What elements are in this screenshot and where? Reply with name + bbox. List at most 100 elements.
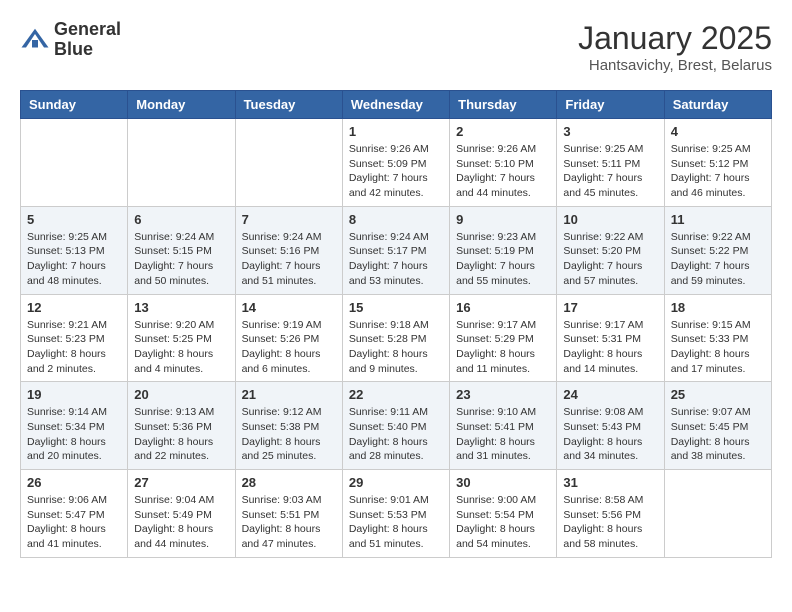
calendar-cell: 12Sunrise: 9:21 AM Sunset: 5:23 PM Dayli… <box>21 294 128 382</box>
day-info: Sunrise: 9:08 AM Sunset: 5:43 PM Dayligh… <box>563 405 657 464</box>
logo: General Blue <box>20 20 121 60</box>
month-title: January 2025 <box>578 20 772 57</box>
day-info: Sunrise: 9:14 AM Sunset: 5:34 PM Dayligh… <box>27 405 121 464</box>
calendar-cell: 13Sunrise: 9:20 AM Sunset: 5:25 PM Dayli… <box>128 294 235 382</box>
calendar-cell: 26 Sunrise: 9:06 AM Sunset: 5:47 PM Dayli… <box>21 470 128 558</box>
days-of-week-row: SundayMondayTuesdayWednesdayThursdayFrid… <box>21 91 772 119</box>
day-info: Sunrise: 9:19 AM Sunset: 5:26 PM Dayligh… <box>242 318 336 377</box>
page: General Blue January 2025 Hantsavichy, B… <box>0 0 792 578</box>
week-row-1: 1 Sunrise: 9:26 AM Sunset: 5:09 PM Daylig… <box>21 119 772 207</box>
day-info: Sunrise: 9:01 AM Sunset: 5:53 PM Dayligh… <box>349 493 443 552</box>
calendar-cell: 30 Sunrise: 9:00 AM Sunset: 5:54 PM Dayli… <box>450 470 557 558</box>
calendar-cell: 19 Sunrise: 9:14 AM Sunset: 5:34 PM Dayli… <box>21 382 128 470</box>
day-number: 13 <box>134 300 228 315</box>
calendar-header: SundayMondayTuesdayWednesdayThursdayFrid… <box>21 91 772 119</box>
calendar-cell: 8 Sunrise: 9:24 AM Sunset: 5:17 PM Daylig… <box>342 206 449 294</box>
calendar-cell: 15Sunrise: 9:18 AM Sunset: 5:28 PM Dayli… <box>342 294 449 382</box>
day-header-friday: Friday <box>557 91 664 119</box>
calendar-cell <box>235 119 342 207</box>
title-block: January 2025 Hantsavichy, Brest, Belarus <box>578 20 772 74</box>
day-header-tuesday: Tuesday <box>235 91 342 119</box>
day-number: 14 <box>242 300 336 315</box>
day-info: Sunrise: 9:18 AM Sunset: 5:28 PM Dayligh… <box>349 318 443 377</box>
location-subtitle: Hantsavichy, Brest, Belarus <box>578 57 772 74</box>
day-info: Sunrise: 9:12 AM Sunset: 5:38 PM Dayligh… <box>242 405 336 464</box>
day-header-saturday: Saturday <box>664 91 771 119</box>
day-number: 30 <box>456 475 550 490</box>
day-number: 4 <box>671 124 765 139</box>
day-info: Sunrise: 9:22 AM Sunset: 5:20 PM Dayligh… <box>563 230 657 289</box>
day-number: 21 <box>242 387 336 402</box>
day-info: Sunrise: 9:15 AM Sunset: 5:33 PM Dayligh… <box>671 318 765 377</box>
day-header-monday: Monday <box>128 91 235 119</box>
calendar-cell: 25Sunrise: 9:07 AM Sunset: 5:45 PM Dayli… <box>664 382 771 470</box>
calendar-cell: 5 Sunrise: 9:25 AM Sunset: 5:13 PM Daylig… <box>21 206 128 294</box>
logo-text: General Blue <box>54 20 121 60</box>
day-number: 8 <box>349 212 443 227</box>
day-number: 22 <box>349 387 443 402</box>
calendar-cell: 21 Sunrise: 9:12 AM Sunset: 5:38 PM Dayli… <box>235 382 342 470</box>
calendar-cell: 11Sunrise: 9:22 AM Sunset: 5:22 PM Dayli… <box>664 206 771 294</box>
day-number: 28 <box>242 475 336 490</box>
calendar-cell: 31Sunrise: 8:58 AM Sunset: 5:56 PM Dayli… <box>557 470 664 558</box>
calendar-cell: 7Sunrise: 9:24 AM Sunset: 5:16 PM Daylig… <box>235 206 342 294</box>
calendar-cell: 24 Sunrise: 9:08 AM Sunset: 5:43 PM Dayli… <box>557 382 664 470</box>
day-number: 31 <box>563 475 657 490</box>
day-number: 1 <box>349 124 443 139</box>
logo-icon <box>20 25 50 55</box>
day-number: 2 <box>456 124 550 139</box>
day-number: 23 <box>456 387 550 402</box>
day-info: Sunrise: 9:03 AM Sunset: 5:51 PM Dayligh… <box>242 493 336 552</box>
day-info: Sunrise: 9:25 AM Sunset: 5:13 PM Dayligh… <box>27 230 121 289</box>
day-number: 19 <box>27 387 121 402</box>
calendar-cell: 27 Sunrise: 9:04 AM Sunset: 5:49 PM Dayli… <box>128 470 235 558</box>
day-info: Sunrise: 9:24 AM Sunset: 5:17 PM Dayligh… <box>349 230 443 289</box>
calendar-cell: 3 Sunrise: 9:25 AM Sunset: 5:11 PM Daylig… <box>557 119 664 207</box>
day-info: Sunrise: 9:25 AM Sunset: 5:11 PM Dayligh… <box>563 142 657 201</box>
calendar-cell: 6 Sunrise: 9:24 AM Sunset: 5:15 PM Daylig… <box>128 206 235 294</box>
day-number: 16 <box>456 300 550 315</box>
day-info: Sunrise: 9:00 AM Sunset: 5:54 PM Dayligh… <box>456 493 550 552</box>
day-number: 9 <box>456 212 550 227</box>
day-info: Sunrise: 9:25 AM Sunset: 5:12 PM Dayligh… <box>671 142 765 201</box>
calendar-cell: 14 Sunrise: 9:19 AM Sunset: 5:26 PM Dayli… <box>235 294 342 382</box>
day-info: Sunrise: 9:04 AM Sunset: 5:49 PM Dayligh… <box>134 493 228 552</box>
week-row-4: 19 Sunrise: 9:14 AM Sunset: 5:34 PM Dayli… <box>21 382 772 470</box>
calendar-cell <box>664 470 771 558</box>
day-number: 27 <box>134 475 228 490</box>
calendar-cell <box>128 119 235 207</box>
calendar-cell: 16 Sunrise: 9:17 AM Sunset: 5:29 PM Dayli… <box>450 294 557 382</box>
day-info: Sunrise: 9:24 AM Sunset: 5:16 PM Dayligh… <box>242 230 336 289</box>
day-number: 18 <box>671 300 765 315</box>
logo-line1: General <box>54 20 121 40</box>
day-header-sunday: Sunday <box>21 91 128 119</box>
calendar-cell: 18 Sunrise: 9:15 AM Sunset: 5:33 PM Dayli… <box>664 294 771 382</box>
day-info: Sunrise: 9:17 AM Sunset: 5:29 PM Dayligh… <box>456 318 550 377</box>
day-header-wednesday: Wednesday <box>342 91 449 119</box>
day-info: Sunrise: 9:24 AM Sunset: 5:15 PM Dayligh… <box>134 230 228 289</box>
calendar-cell: 17Sunrise: 9:17 AM Sunset: 5:31 PM Dayli… <box>557 294 664 382</box>
logo-line2: Blue <box>54 40 121 60</box>
day-number: 29 <box>349 475 443 490</box>
day-info: Sunrise: 9:13 AM Sunset: 5:36 PM Dayligh… <box>134 405 228 464</box>
day-info: Sunrise: 9:23 AM Sunset: 5:19 PM Dayligh… <box>456 230 550 289</box>
day-number: 20 <box>134 387 228 402</box>
calendar-cell: 28 Sunrise: 9:03 AM Sunset: 5:51 PM Dayli… <box>235 470 342 558</box>
calendar-cell: 4 Sunrise: 9:25 AM Sunset: 5:12 PM Daylig… <box>664 119 771 207</box>
day-number: 3 <box>563 124 657 139</box>
day-info: Sunrise: 9:06 AM Sunset: 5:47 PM Dayligh… <box>27 493 121 552</box>
calendar: SundayMondayTuesdayWednesdayThursdayFrid… <box>20 90 772 558</box>
day-info: Sunrise: 9:10 AM Sunset: 5:41 PM Dayligh… <box>456 405 550 464</box>
day-number: 26 <box>27 475 121 490</box>
day-number: 6 <box>134 212 228 227</box>
calendar-cell: 20 Sunrise: 9:13 AM Sunset: 5:36 PM Dayli… <box>128 382 235 470</box>
day-number: 24 <box>563 387 657 402</box>
day-number: 12 <box>27 300 121 315</box>
day-number: 11 <box>671 212 765 227</box>
calendar-body: 1 Sunrise: 9:26 AM Sunset: 5:09 PM Daylig… <box>21 119 772 558</box>
calendar-cell: 23 Sunrise: 9:10 AM Sunset: 5:41 PM Dayli… <box>450 382 557 470</box>
day-info: Sunrise: 9:26 AM Sunset: 5:09 PM Dayligh… <box>349 142 443 201</box>
calendar-cell <box>21 119 128 207</box>
calendar-cell: 22Sunrise: 9:11 AM Sunset: 5:40 PM Dayli… <box>342 382 449 470</box>
day-number: 5 <box>27 212 121 227</box>
